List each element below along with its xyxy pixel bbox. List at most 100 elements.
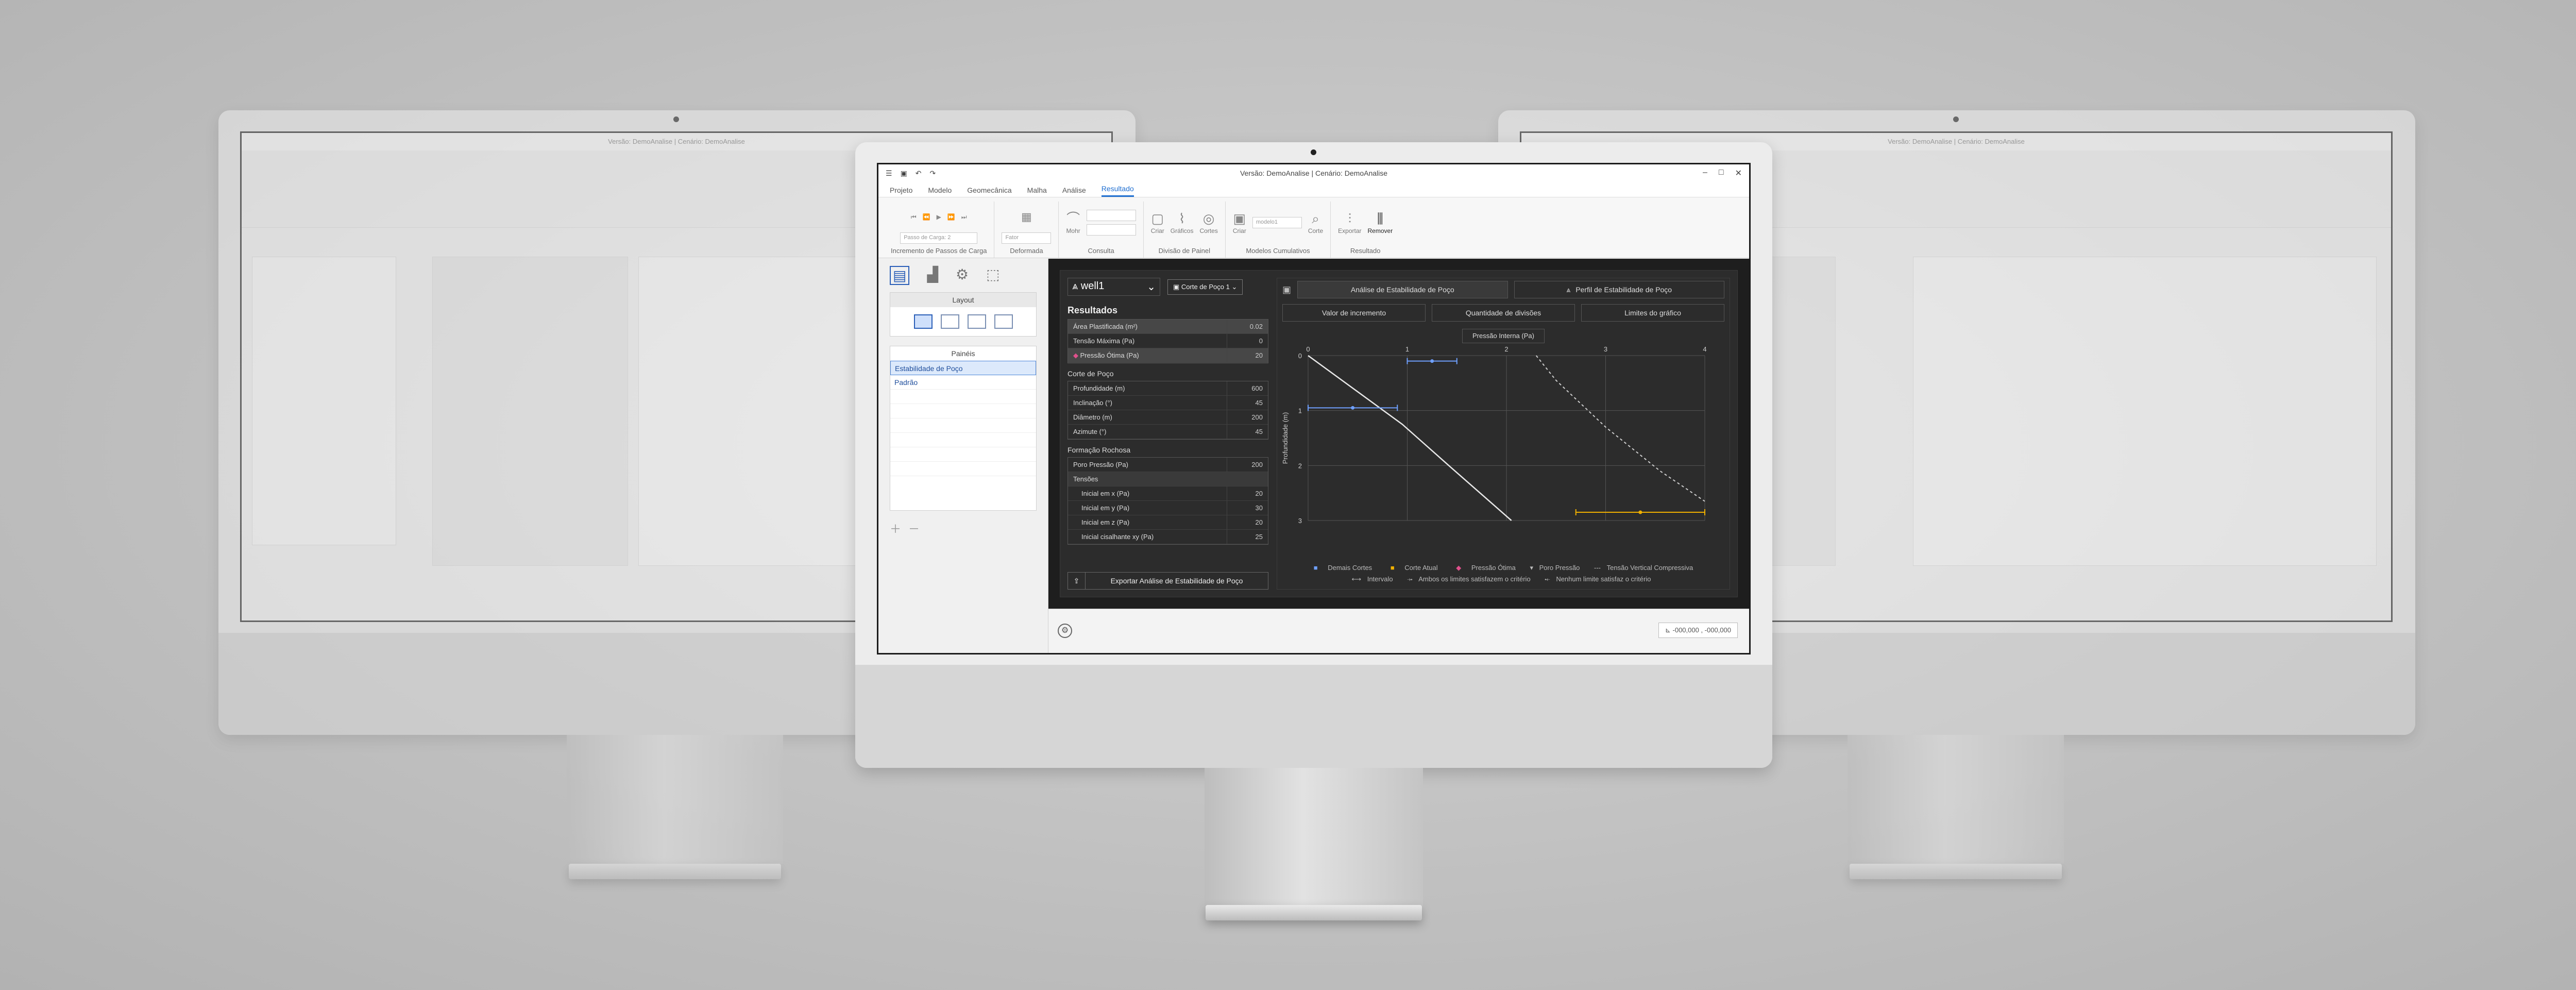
layout-rows-option[interactable] [940,314,959,329]
monitor-center-stand [1205,768,1423,906]
y-axis-label: Profundidade (m) [1281,412,1289,464]
legend-demais-cortes: ■ Demais Cortes [1313,564,1372,572]
tab-modelo[interactable]: Modelo [928,186,952,197]
settings-icon[interactable]: ⚙ [956,266,969,285]
tab-projeto[interactable]: Projeto [890,186,912,197]
remove-icon[interactable]: － [908,520,920,536]
panels-icon[interactable]: ▤ [890,266,910,285]
ribbon-group-incremento: ⏮ ⏪ ▶ ⏩ ⏭ Passo de Carga: 2 Incremento d… [884,202,995,258]
panel-toggle-icon[interactable]: ▣ [1282,284,1291,295]
table-row: Inicial cisalhante xy (Pa) 25 [1068,530,1268,544]
tab-analise-estabilidade[interactable]: Análise de Estabilidade de Poço [1297,281,1508,298]
charts-icon[interactable]: ▟ [927,266,938,285]
consulta-field-n[interactable] [1086,224,1136,236]
interval-marker [1638,510,1642,514]
settings-icon[interactable]: ⚙ [1058,624,1072,638]
consulta-field-m[interactable] [1086,210,1136,221]
table-row: ◆ Pressão Ótima (Pa) 20 [1068,348,1268,363]
legend-pressao-otima: ◆ Pressão Ótima [1456,564,1516,572]
mohr-button[interactable]: ⌒ Mohr [1066,211,1080,234]
y-tick-label: 1 [1298,407,1302,415]
monitor-left-stand [567,735,783,864]
interval-marker [1351,406,1355,410]
mohr-icon: ⌒ [1066,210,1080,226]
layout-cols-option[interactable] [967,314,986,329]
ribbon-group-cumulativos: ▣ Criar modelo1 ⌕ Corte Modelos Cumulativo… [1226,202,1331,258]
cube-icon[interactable]: ⬚ [986,266,999,285]
exportar-button[interactable]: ⫶ Exportar [1338,211,1361,234]
criar-painel-button[interactable]: ▢ Criar [1151,211,1164,234]
table-row: Área Plastificada (m²) 0.02 [1068,320,1268,334]
status-bar: ⚙ ⊾ -000,000 , -000,000 [1048,609,1749,653]
legend-corte-atual: ■ Corte Atual [1390,564,1438,572]
ribbon-group-deformada: ▦ Fator Deformada [994,202,1059,258]
tab-resultado[interactable]: Resultado [1101,184,1134,197]
layout-title: Layout [890,293,1036,307]
camera [673,116,679,122]
legend-ambos: ⤞ Ambos os limites satisfazem o critério [1407,575,1531,583]
tab-perfil-estabilidade[interactable]: ⩓ Perfil de Estabilidade de Poço [1514,281,1725,298]
layout-grid-option[interactable] [913,314,933,329]
corte-select[interactable]: ▣ Corte de Poço 1 ⌄ [1167,279,1243,295]
x-tick-label: 4 [1703,345,1706,353]
well-select[interactable]: ⩓ well1 ⌄ [1067,278,1160,296]
analysis-panel: ⩓ well1 ⌄ ▣ Corte de Poço 1 ⌄ Resultados … [1048,259,1749,609]
deformada-icon[interactable]: ▦ [1021,210,1032,224]
painel-item[interactable]: Padrão [890,375,1036,390]
stability-chart: 0 1 2 3 4 0 1 2 3 Profundidade (m) [1281,345,1707,525]
maximize-icon[interactable]: □ [1719,168,1724,178]
limites-grafico-button[interactable]: Limites do gráfico [1581,304,1724,322]
fator-field[interactable]: Fator [1002,232,1052,244]
window-title: Versão: DemoAnalise | Cenário: DemoAnali… [1240,169,1388,177]
ribbon-group-label: Consulta [1088,247,1114,255]
tab-geomecanica[interactable]: Geomecânica [967,186,1011,197]
criar-modelo-button[interactable]: ▣ Criar [1233,211,1246,234]
menu-icon[interactable]: ☰ [886,169,892,178]
save-icon[interactable]: ▣ [901,169,907,178]
chevron-down-icon: ⌄ [1231,282,1238,291]
cortes-button[interactable]: ◎ Cortes [1199,211,1217,234]
graficos-button[interactable]: ⌇ Gráficos [1171,211,1194,234]
quantidade-divisoes-button[interactable]: Quantidade de divisões [1432,304,1575,322]
corte-button[interactable]: ⌕ Corte [1308,211,1323,234]
next-step-icon[interactable]: ⏩ [947,213,955,221]
cut-icon: ◎ [1202,210,1215,226]
add-icon[interactable]: ＋ [890,520,901,536]
ribbon-group-label: Resultado [1350,247,1381,255]
tab-analise[interactable]: Análise [1062,186,1086,197]
layout-stack-option[interactable] [994,314,1013,329]
x-tick-label: 2 [1504,345,1508,353]
export-button[interactable]: ⇪ Exportar Análise de Estabilidade de Po… [1067,572,1268,590]
redo-icon[interactable]: ↷ [930,169,936,178]
layers-icon: ▣ [1233,210,1246,226]
ribbon-group-label: Divisão de Painel [1158,247,1211,255]
x-tick-label: 0 [1306,345,1310,353]
close-icon[interactable]: ✕ [1735,168,1742,178]
chart-icon: ⌇ [1178,210,1185,226]
tab-malha[interactable]: Malha [1027,186,1047,197]
monitor-right-stand [1848,735,2064,864]
x-tick-label: 3 [1604,345,1607,353]
valor-incremento-button[interactable]: Valor de incremento [1282,304,1426,322]
painel-item[interactable]: Estabilidade de Poço [890,361,1036,375]
table-row: Tensão Máxima (Pa) 0 [1068,334,1268,348]
remover-button[interactable]: ⫼ Remover [1368,211,1393,234]
table-row: Profundidade (m) 600 [1068,381,1268,396]
first-step-icon[interactable]: ⏮ [911,213,917,221]
menu-tabs: Projeto Modelo Geomecânica Malha Análise… [878,182,1749,197]
passo-de-carga-select[interactable]: Passo de Carga: 2 [900,232,978,244]
prev-step-icon[interactable]: ⏪ [923,213,930,221]
title-bar: ☰ ▣ ↶ ↷ Versão: DemoAnalise | Cenário: D… [878,164,1749,182]
last-step-icon[interactable]: ⏭ [961,213,967,221]
camera [1953,116,1959,122]
painel-empty-row [890,404,1036,418]
minimize-icon[interactable]: – [1703,168,1707,178]
export-icon: ⇪ [1068,573,1086,589]
painel-empty-row [890,418,1036,433]
monitor-left-foot [569,864,781,879]
export-chart-icon: ⫶ [1348,210,1352,226]
play-icon[interactable]: ▶ [937,213,941,221]
painel-empty-row [890,390,1036,404]
undo-icon[interactable]: ↶ [916,169,922,178]
modelo-select[interactable]: modelo1 [1252,217,1302,228]
